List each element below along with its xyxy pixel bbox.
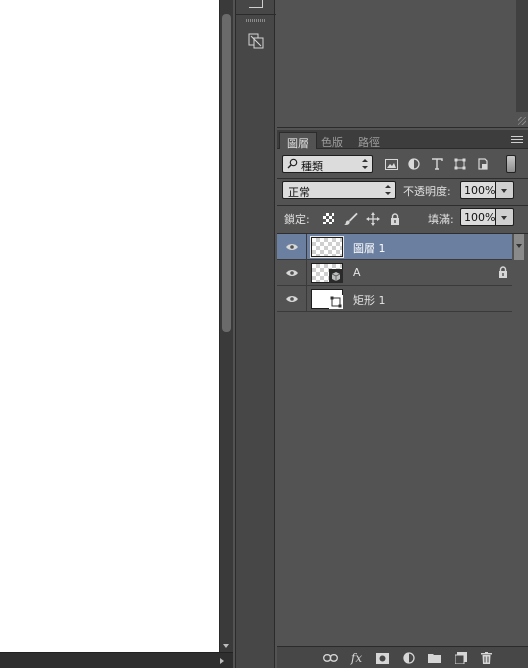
link-layers-icon[interactable]: [322, 650, 339, 666]
panel-tab-bar: 圖層 色版 路徑: [277, 130, 528, 150]
filter-kind-label: 種類: [301, 160, 323, 173]
new-layer-icon[interactable]: [452, 650, 469, 666]
opacity-dropdown-button[interactable]: [496, 181, 514, 199]
fill-input[interactable]: 100%: [460, 208, 496, 226]
tab-paths[interactable]: 路徑: [351, 132, 387, 149]
trash-icon[interactable]: [478, 650, 495, 666]
document-canvas[interactable]: [0, 0, 219, 652]
shape-icon: [329, 295, 343, 309]
panel-menu-icon[interactable]: [511, 136, 523, 144]
upper-panel-scrollbar[interactable]: [516, 0, 528, 112]
fill-label: 填滿:: [428, 213, 454, 226]
panel-icon-strip: [235, 0, 276, 668]
lock-all-icon[interactable]: [387, 211, 402, 226]
layers-panel: 圖層 色版 路徑 種類 正常 不透明度: 100% 鎖定: 填滿: 100% 圖…: [277, 130, 528, 668]
fx-icon[interactable]: fx: [348, 650, 365, 666]
strip-grip-handle[interactable]: [246, 19, 265, 22]
smart-object-filter-icon[interactable]: [475, 156, 491, 172]
visibility-eye-icon[interactable]: [277, 260, 307, 286]
layer-row[interactable]: 矩形 1: [277, 286, 512, 312]
upper-panel: [277, 0, 528, 128]
filter-toggle-switch[interactable]: [506, 155, 516, 173]
blend-mode-select[interactable]: 正常: [282, 181, 396, 199]
lock-row: 鎖定: 填滿: 100%: [277, 208, 517, 230]
layer-thumbnail: [310, 236, 344, 258]
lock-position-move-icon[interactable]: [365, 211, 380, 226]
visibility-eye-icon[interactable]: [277, 234, 307, 260]
chevron-updown-icon: [362, 159, 368, 169]
strip-divider: [236, 14, 276, 15]
opacity-input[interactable]: 100%: [460, 181, 496, 199]
canvas-vertical-scrollbar[interactable]: [219, 0, 233, 652]
blend-row: 正常 不透明度: 100%: [277, 180, 517, 202]
scroll-down-arrow-icon[interactable]: [223, 644, 229, 648]
layers-bottom-toolbar: fx: [277, 646, 528, 668]
filter-kind-select[interactable]: 種類: [282, 155, 373, 173]
shape-filter-icon[interactable]: [452, 156, 468, 172]
lock-pixels-brush-icon[interactable]: [343, 211, 358, 226]
type-filter-icon[interactable]: [429, 156, 445, 172]
smart-object-icon: [329, 269, 343, 283]
canvas-horizontal-scrollbar[interactable]: [0, 652, 233, 668]
panel-icon-top[interactable]: [249, 0, 263, 8]
opacity-label: 不透明度:: [403, 185, 451, 198]
scroll-right-arrow-icon[interactable]: [220, 658, 224, 664]
lock-label: 鎖定:: [284, 213, 310, 226]
search-icon: [287, 158, 298, 172]
tab-channels[interactable]: 色版: [314, 132, 350, 149]
layer-name[interactable]: 圖層 1: [353, 240, 386, 256]
adjustment-layer-icon[interactable]: [400, 650, 417, 666]
adjustment-filter-icon[interactable]: [406, 156, 422, 172]
visibility-eye-icon[interactable]: [277, 286, 307, 312]
lock-transparency-icon[interactable]: [321, 211, 336, 226]
layer-name[interactable]: 矩形 1: [353, 292, 386, 308]
divider: [277, 205, 528, 206]
layer-list: 圖層 1 A 矩形 1: [277, 234, 512, 312]
divider: [277, 178, 528, 179]
resize-grip-icon[interactable]: [518, 117, 526, 125]
layer-lock-icon: [498, 266, 508, 281]
layer-mask-icon[interactable]: [374, 650, 391, 666]
tab-layers[interactable]: 圖層: [279, 132, 317, 150]
chevron-updown-icon: [385, 185, 391, 195]
layer-row[interactable]: A: [277, 260, 512, 286]
layer-filter-row: 種類: [277, 152, 517, 176]
fill-dropdown-button[interactable]: [496, 208, 514, 226]
scrollbar-thumb[interactable]: [222, 14, 231, 332]
layer-name[interactable]: A: [353, 266, 361, 279]
image-filter-icon[interactable]: [383, 156, 399, 172]
layer-row[interactable]: 圖層 1: [277, 234, 512, 260]
paragraph-styles-icon[interactable]: [245, 30, 267, 52]
blend-mode-value: 正常: [288, 186, 310, 199]
layer-list-scrollbar[interactable]: [512, 234, 528, 260]
group-folder-icon[interactable]: [426, 650, 443, 666]
